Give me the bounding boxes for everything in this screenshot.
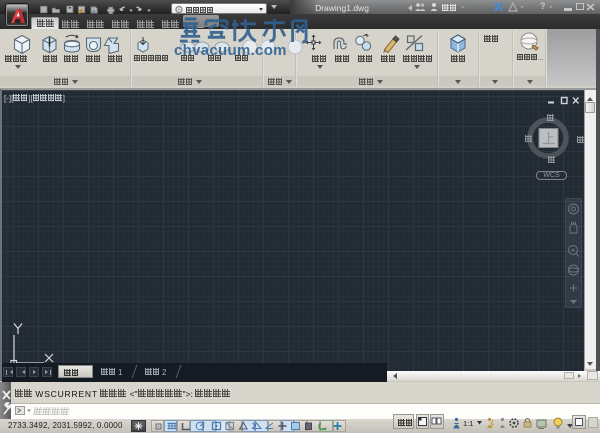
svg-text:1:1: 1:1 (463, 419, 473, 428)
